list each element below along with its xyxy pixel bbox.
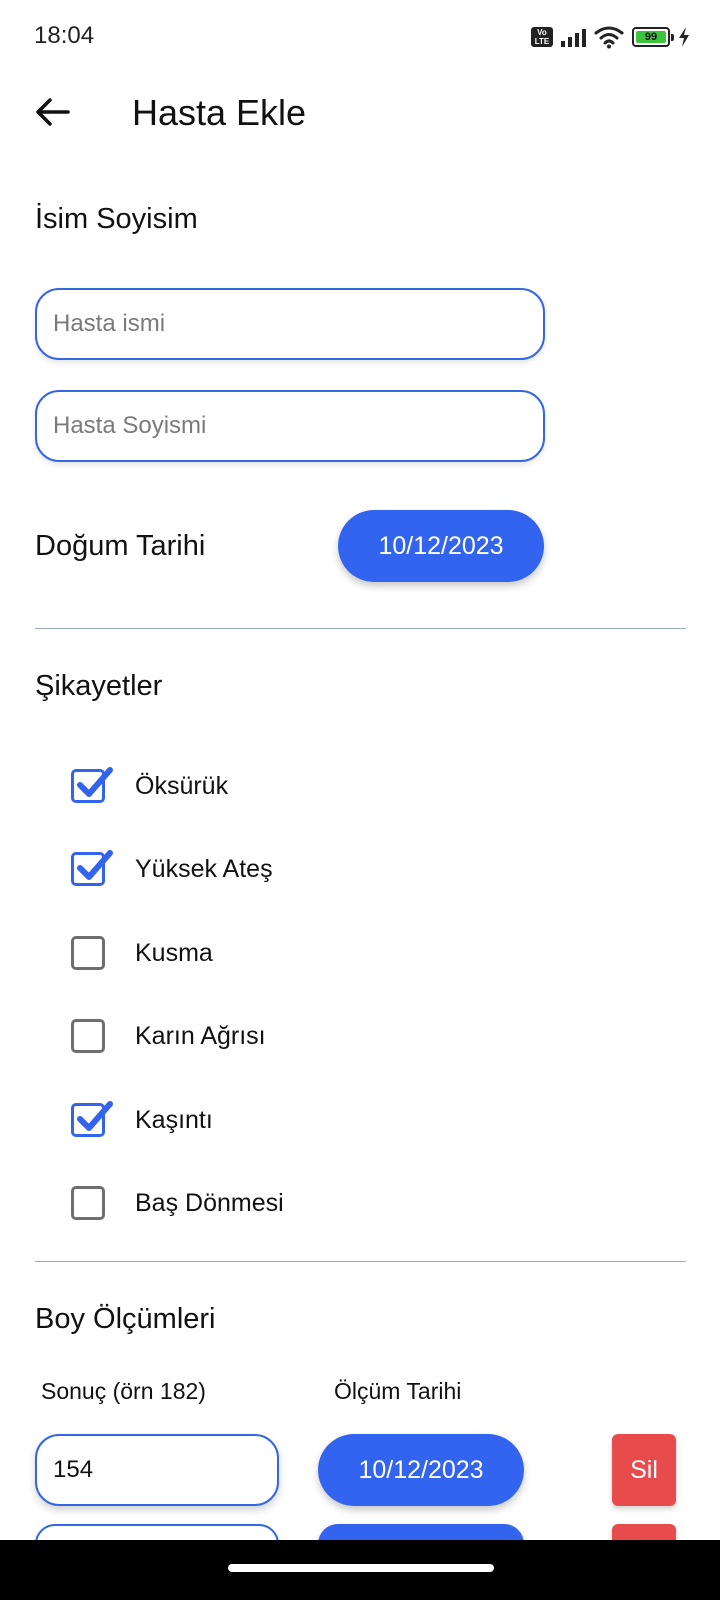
check-icon xyxy=(77,850,113,880)
check-icon xyxy=(77,767,113,797)
divider xyxy=(35,628,686,629)
checkbox-checked[interactable] xyxy=(71,1101,113,1137)
complaint-label: Kusma xyxy=(135,938,213,967)
delete-button[interactable]: Sil xyxy=(612,1434,676,1506)
status-bar: 18:04 Vo LTE 99 xyxy=(0,0,720,72)
home-indicator[interactable] xyxy=(228,1564,494,1572)
complaint-label: Öksürük xyxy=(135,771,229,800)
volte-label-bottom: LTE xyxy=(534,37,550,46)
checkbox-checked[interactable] xyxy=(71,767,113,803)
complaint-item[interactable]: Kaşıntı xyxy=(71,1100,213,1140)
wifi-icon xyxy=(594,26,624,49)
date-column-label: Ölçüm Tarihi xyxy=(334,1378,462,1404)
birth-date-button[interactable]: 10/12/2023 xyxy=(338,510,544,582)
volte-icon: Vo LTE xyxy=(531,27,553,47)
complaint-item[interactable]: Yüksek Ateş xyxy=(71,849,273,889)
complaints-title: Şikayetler xyxy=(35,670,163,702)
complaint-item[interactable]: Baş Dönmesi xyxy=(71,1183,284,1223)
complaint-item[interactable]: Kusma xyxy=(71,933,213,973)
back-button[interactable] xyxy=(30,90,74,134)
charging-icon xyxy=(679,27,689,47)
name-section-title: İsim Soyisim xyxy=(35,203,198,235)
result-column-label: Sonuç (örn 182) xyxy=(41,1378,206,1404)
battery-icon: 99 xyxy=(632,27,674,47)
checkbox-unchecked[interactable] xyxy=(71,936,105,970)
height-result-input[interactable] xyxy=(35,1434,279,1506)
complaint-item[interactable]: Öksürük xyxy=(71,766,228,806)
status-time: 18:04 xyxy=(34,22,95,49)
checkbox-unchecked[interactable] xyxy=(71,1186,105,1220)
height-measurements-title: Boy Ölçümleri xyxy=(35,1303,216,1335)
page-title: Hasta Ekle xyxy=(132,92,307,133)
complaint-label: Karın Ağrısı xyxy=(135,1021,266,1050)
measurement-date-button[interactable]: 10/12/2023 xyxy=(318,1434,524,1506)
first-name-input[interactable] xyxy=(35,288,545,360)
complaint-label: Yüksek Ateş xyxy=(135,854,273,883)
complaint-label: Kaşıntı xyxy=(135,1105,213,1134)
check-icon xyxy=(77,1101,113,1131)
birth-date-label: Doğum Tarihi xyxy=(35,530,206,562)
navigation-bar xyxy=(0,1540,720,1600)
complaint-item[interactable]: Karın Ağrısı xyxy=(71,1016,266,1056)
signal-icon xyxy=(561,27,586,47)
add-patient-screen: 18:04 Vo LTE 99 Hasta Ekle İsim Soyisim … xyxy=(0,0,720,1600)
divider xyxy=(35,1261,686,1262)
complaint-label: Baş Dönmesi xyxy=(135,1188,284,1217)
status-icons: Vo LTE 99 xyxy=(531,22,690,52)
checkbox-checked[interactable] xyxy=(71,850,113,886)
arrow-left-icon xyxy=(36,98,70,126)
volte-label-top: Vo xyxy=(537,28,547,37)
checkbox-unchecked[interactable] xyxy=(71,1019,105,1053)
last-name-input[interactable] xyxy=(35,390,545,462)
battery-level: 99 xyxy=(636,31,666,43)
